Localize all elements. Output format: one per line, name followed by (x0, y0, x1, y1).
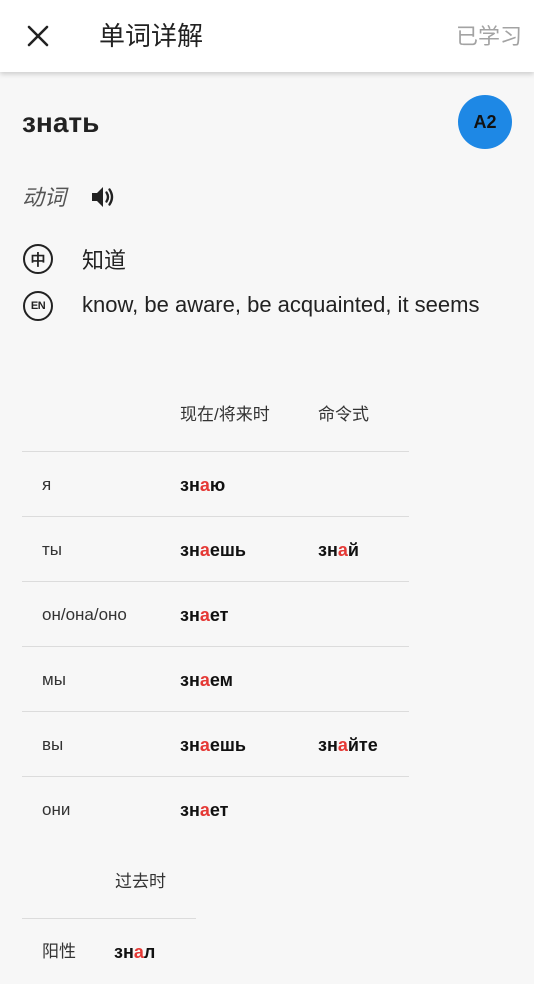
table-row: вы знаешь знайте (22, 711, 409, 777)
mark-learned-button[interactable]: 已学习 (456, 22, 522, 52)
meaning-chinese: 知道 (82, 248, 127, 273)
pronoun: я (42, 475, 52, 494)
imperative-form: знайте (318, 735, 378, 755)
table-row: они знает (22, 776, 409, 842)
past-tense-header: 过去时 (115, 872, 166, 891)
chinese-language-icon: 中 (23, 244, 53, 274)
close-icon (27, 25, 49, 47)
table-row: мы знаем (22, 646, 409, 712)
past-pronoun: 阳性 (42, 942, 76, 961)
level-badge: A2 (458, 95, 512, 149)
table-row: я знаю (22, 451, 409, 517)
speaker-icon (92, 187, 114, 207)
app-bar: 单词详解 已学习 (0, 0, 534, 72)
table-row: ты знаешь знай (22, 516, 409, 582)
present-form: знаешь (180, 540, 246, 560)
headword: знать (22, 107, 100, 138)
close-button[interactable] (18, 16, 58, 56)
pronoun: мы (42, 670, 66, 689)
pronoun: вы (42, 735, 64, 754)
past-form: знал (114, 942, 156, 962)
present-form: знаем (180, 670, 233, 690)
meaning-english: know, be aware, be acquainted, it seems (82, 292, 480, 317)
column-header-present: 现在/将来时 (180, 405, 270, 424)
english-language-icon: EN (23, 291, 53, 321)
present-form: знает (180, 605, 229, 625)
present-form: знаю (180, 475, 226, 495)
pronoun: он/она/оно (42, 605, 127, 624)
pronounce-button[interactable] (89, 183, 117, 211)
present-form: знает (180, 800, 229, 820)
pronoun: ты (42, 540, 63, 559)
present-form: знаешь (180, 735, 246, 755)
column-header-imperative: 命令式 (318, 405, 369, 424)
table-row: он/она/оно знает (22, 581, 409, 647)
page-title: 单词详解 (99, 21, 204, 51)
part-of-speech: 动词 (22, 185, 67, 210)
imperative-form: знай (318, 540, 359, 560)
pronoun: они (42, 800, 71, 819)
table-row: 阳性 знал (22, 918, 196, 984)
